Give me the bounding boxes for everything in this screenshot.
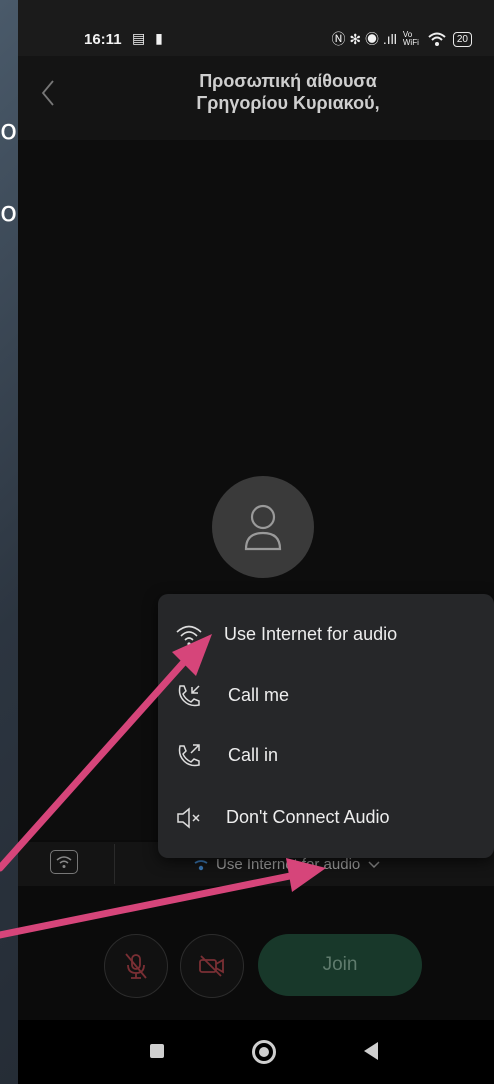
android-navbar <box>18 1020 494 1084</box>
notification-icons: ▤ ▮ <box>132 30 166 46</box>
stop-video-button[interactable] <box>180 934 244 998</box>
menu-item-call-in[interactable]: Call in <box>158 725 494 785</box>
menu-item-label: Use Internet for audio <box>224 623 398 644</box>
wifi-signal-icon <box>428 32 446 46</box>
wifi-icon <box>56 855 72 868</box>
status-right-icons: Ⓝ ✻ ◉ .ıll Vo WiFi 20 <box>331 29 472 49</box>
phone-incoming-icon <box>178 685 200 707</box>
wifi-toggle-button[interactable] <box>50 850 78 874</box>
microphone-muted-icon <box>125 953 147 979</box>
divider <box>114 844 115 884</box>
menu-item-label: Call in <box>228 744 279 765</box>
system-icons: Ⓝ ✻ ◉ .ıll <box>331 31 397 47</box>
phone-outgoing-icon <box>178 744 200 767</box>
background-text-line2: ο <box>0 195 18 228</box>
wifi-icon <box>176 625 202 646</box>
mute-microphone-button[interactable] <box>104 934 168 998</box>
join-button[interactable]: Join <box>258 934 422 996</box>
status-time: 16:11 <box>84 31 122 48</box>
user-icon <box>244 504 282 551</box>
audio-select-label: Use Internet for audio <box>216 856 361 873</box>
title-line1: Προσωπική αίθουσα <box>199 71 377 91</box>
recents-icon[interactable] <box>150 1044 164 1058</box>
menu-item-label: Call me <box>228 684 290 705</box>
meeting-title: Προσωπική αίθουσα Γρηγορίου Κυριακού, <box>88 70 488 114</box>
speaker-muted-icon <box>177 807 200 829</box>
chevron-down-icon <box>368 860 380 868</box>
vowifi-icon: Vo WiFi <box>402 30 419 47</box>
back-icon[interactable] <box>364 1042 378 1060</box>
chevron-left-icon[interactable] <box>40 78 56 114</box>
menu-item-use-internet-audio[interactable]: Use Internet for audio <box>158 604 494 664</box>
menu-item-label: Don't Connect Audio <box>226 806 390 827</box>
phone-screen: 16:11 ▤ ▮ Ⓝ ✻ ◉ .ıll Vo WiFi 20 Προσωπικ… <box>18 0 494 1084</box>
menu-item-call-me[interactable]: Call me <box>158 665 494 725</box>
meeting-controls: Join <box>18 920 494 1020</box>
avatar <box>212 476 314 578</box>
menu-item-dont-connect-audio[interactable]: Don't Connect Audio <box>158 787 494 847</box>
status-bar: 16:11 ▤ ▮ Ⓝ ✻ ◉ .ıll Vo WiFi 20 <box>18 0 494 56</box>
home-icon[interactable] <box>252 1040 276 1064</box>
audio-options-menu: Use Internet for audio Call me Call in D… <box>158 594 494 858</box>
title-line2: Γρηγορίου Κυριακού, <box>196 93 380 113</box>
camera-off-icon <box>199 955 224 977</box>
battery-icon: 20 <box>452 31 472 47</box>
audio-connection-icon <box>194 859 208 870</box>
meeting-header: Προσωπική αίθουσα Γρηγορίου Κυριακού, <box>18 56 494 140</box>
audio-select-dropdown[interactable]: Use Internet for audio <box>194 856 380 873</box>
